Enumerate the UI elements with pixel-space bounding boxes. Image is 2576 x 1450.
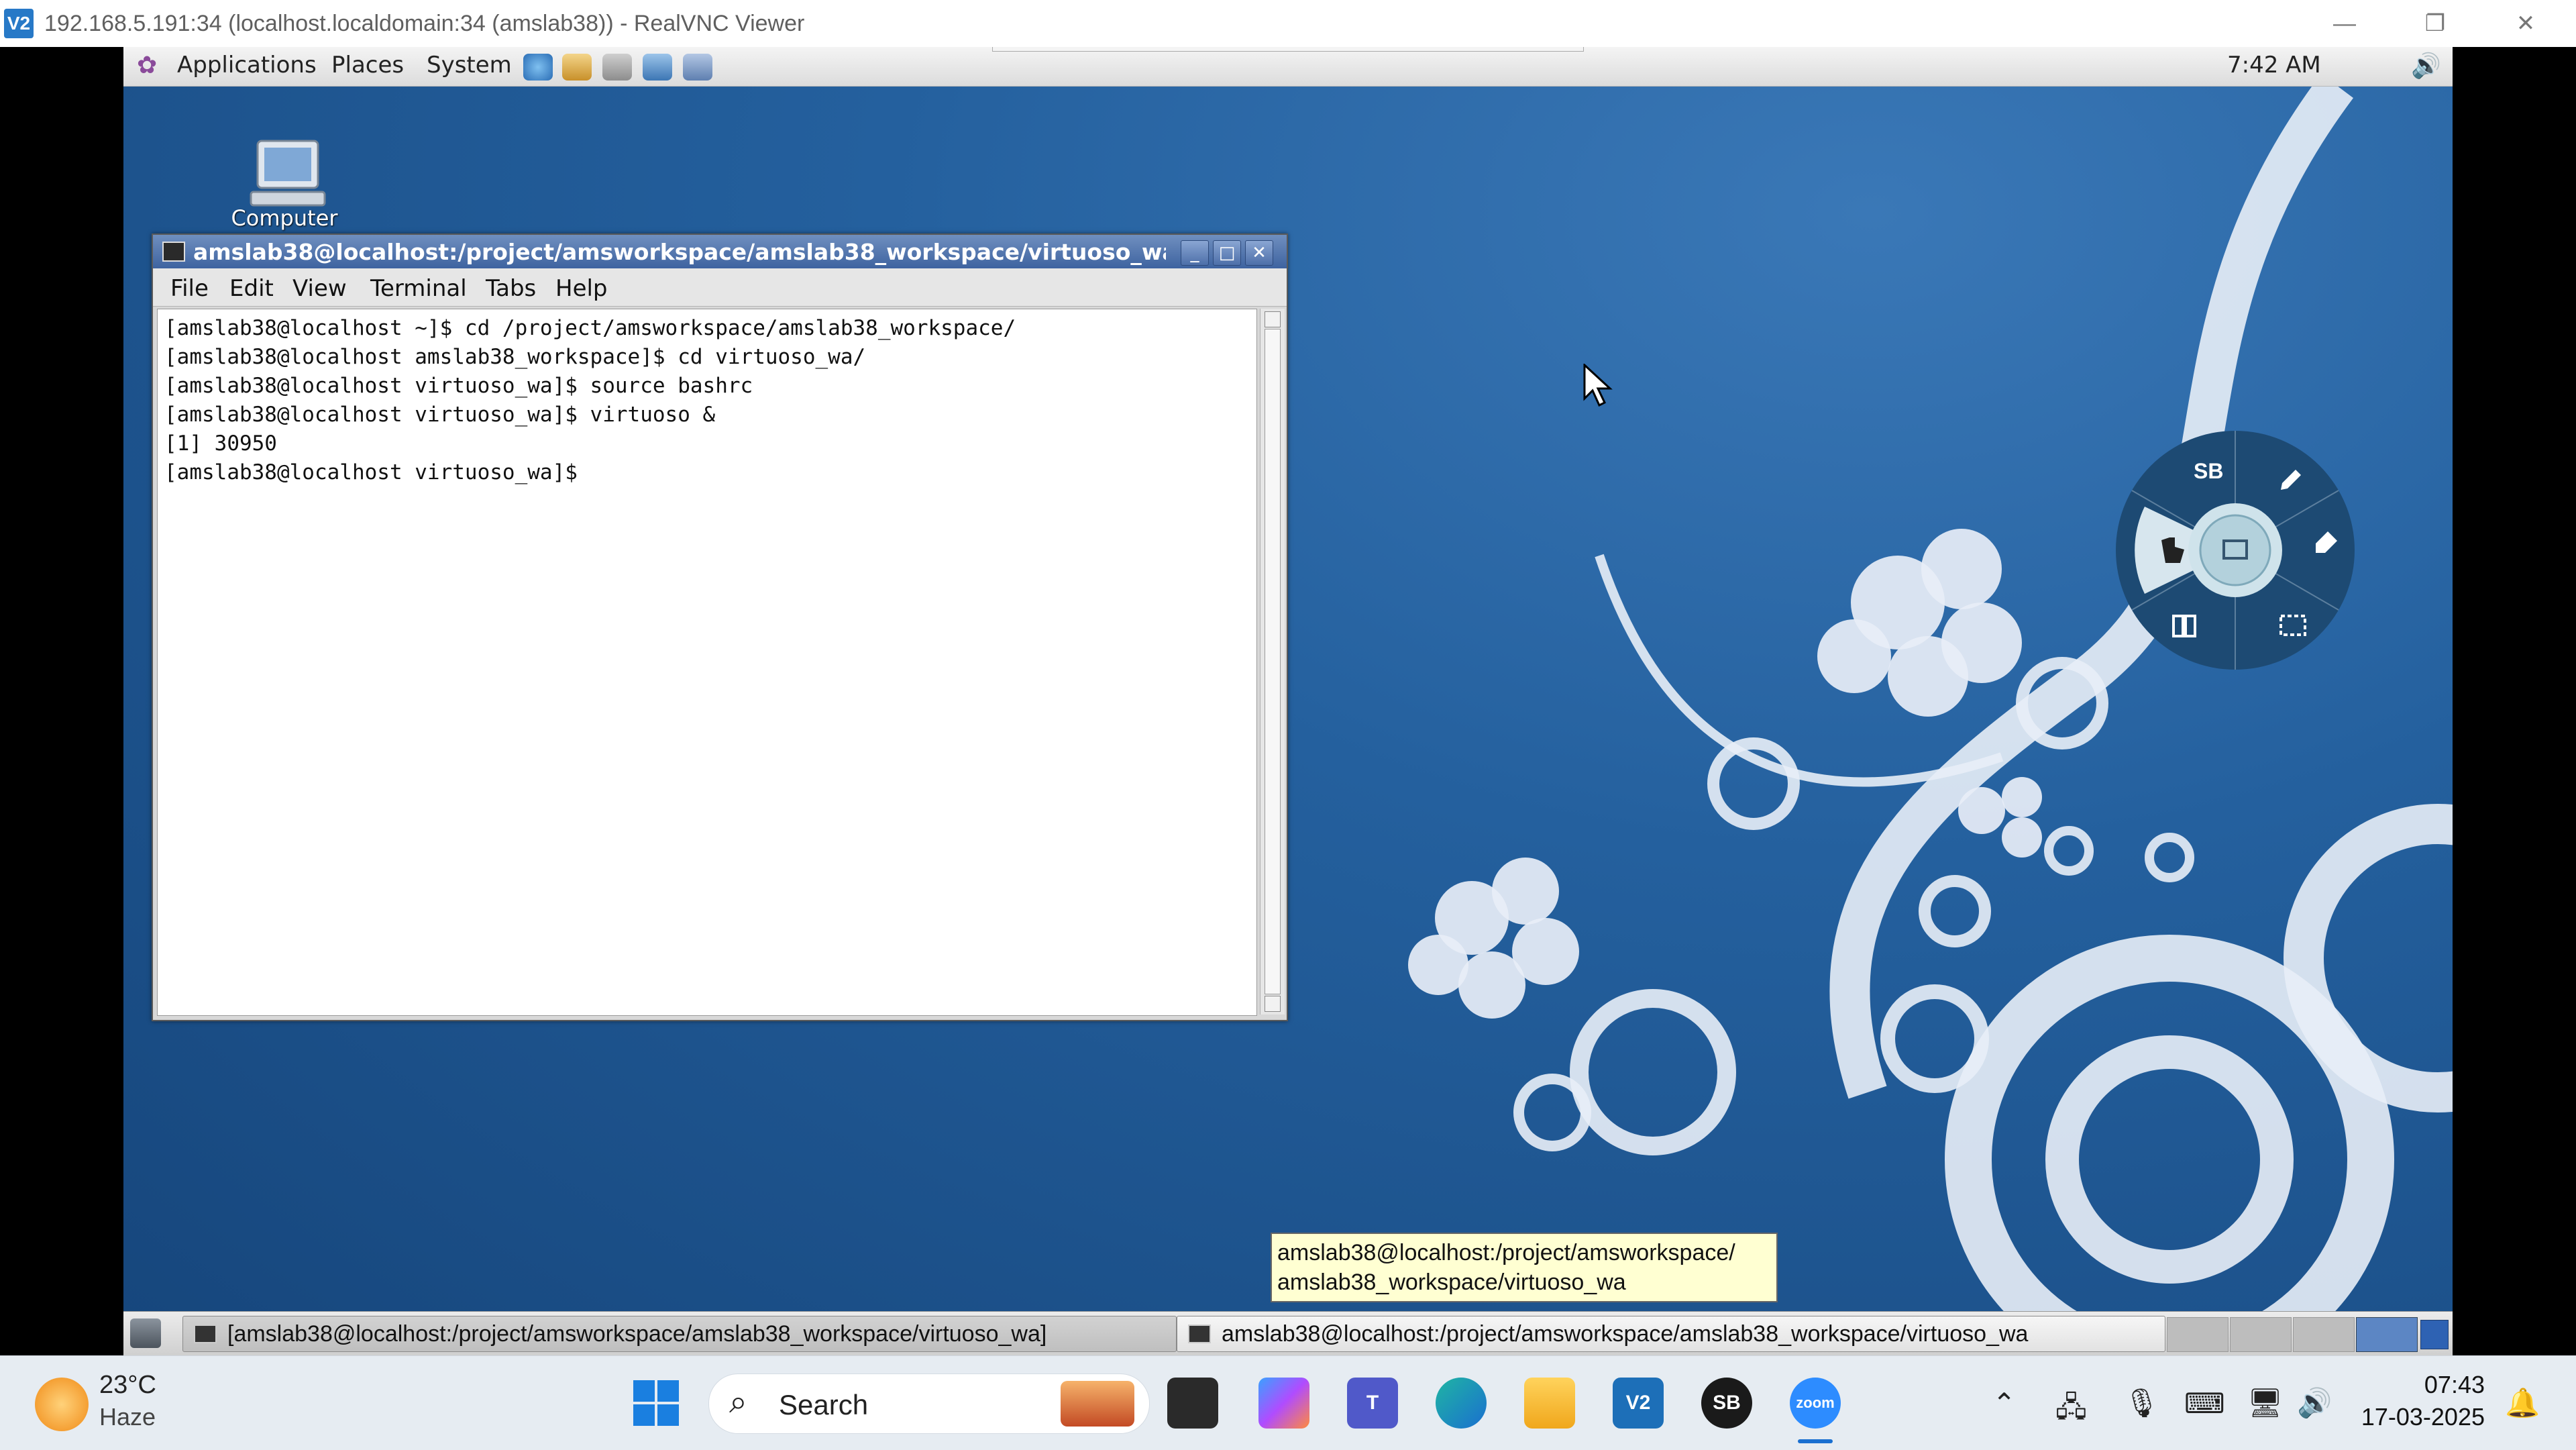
computer-icon-label[interactable]: Computer	[197, 205, 372, 231]
show-hidden-icons-chevron-icon[interactable]: ⌃	[1992, 1387, 2016, 1420]
weather-haze-icon[interactable]	[35, 1378, 89, 1431]
notification-bell-icon[interactable]: 🔔	[2505, 1387, 2540, 1420]
trash-icon[interactable]	[2420, 1320, 2449, 1349]
copilot-icon[interactable]	[1258, 1378, 1309, 1429]
vnc-title-bar: V2 192.168.5.191:34 (localhost.localdoma…	[0, 0, 2576, 47]
terminal-icon	[194, 1325, 217, 1343]
vnc-window-title: 192.168.5.191:34 (localhost.localdomain:…	[44, 10, 805, 36]
show-desktop-icon[interactable]	[130, 1318, 161, 1348]
weather-description[interactable]: Haze	[99, 1403, 156, 1431]
microphone-icon[interactable]: 🎙	[2124, 1387, 2159, 1420]
search-placeholder: Search	[779, 1389, 869, 1420]
sb-app-icon[interactable]: SB	[1701, 1378, 1752, 1429]
web-browser-launcher-icon[interactable]	[523, 54, 553, 81]
workspace-3[interactable]	[2293, 1317, 2355, 1352]
computer-icon[interactable]	[237, 134, 331, 215]
file-explorer-icon[interactable]	[1524, 1378, 1575, 1429]
gnome-bottom-panel: [amslab38@localhost:/project/amsworkspac…	[123, 1311, 2453, 1355]
menu-terminal[interactable]: Terminal	[370, 275, 467, 302]
presentation-launcher-icon[interactable]	[643, 54, 672, 81]
gnome-top-panel: ✿ Applications Places System 7:42 AM 🔊	[123, 47, 2453, 87]
menu-view[interactable]: View	[292, 275, 347, 302]
remote-desktop: ✿ Applications Places System 7:42 AM 🔊 C…	[123, 47, 2453, 1355]
speaker-icon[interactable]: 🔊	[2297, 1387, 2332, 1420]
close-button[interactable]: ✕	[2482, 0, 2569, 47]
scrollbar-thumb[interactable]	[1265, 329, 1281, 994]
editor-launcher-icon[interactable]	[602, 54, 632, 81]
terminal-icon	[1188, 1325, 1211, 1343]
keyboard-icon[interactable]: ⌨	[2184, 1387, 2225, 1420]
terminal-title-bar[interactable]: amslab38@localhost:/project/amsworkspace…	[153, 235, 1287, 268]
taskbar-button-label: [amslab38@localhost:/project/amsworkspac…	[227, 1320, 1047, 1347]
weather-temperature[interactable]: 23°C	[99, 1371, 156, 1400]
menu-edit[interactable]: Edit	[229, 275, 274, 302]
system-menu[interactable]: System	[427, 52, 512, 79]
zoom-app-label: zoom	[1796, 1394, 1835, 1411]
sb-app-label: SB	[1713, 1392, 1741, 1414]
spreadsheet-launcher-icon[interactable]	[683, 54, 712, 81]
network-adapter-icon[interactable]: 🖧	[2055, 1387, 2087, 1435]
menu-help[interactable]: Help	[555, 275, 608, 302]
volume-icon[interactable]: 🔊	[2411, 52, 2441, 80]
windows-start-icon[interactable]	[631, 1378, 682, 1429]
workspace-2[interactable]	[2230, 1317, 2292, 1352]
terminal-prompt-line: [amslab38@localhost virtuoso_wa]$	[164, 460, 590, 484]
menu-file[interactable]: File	[170, 275, 209, 302]
zoom-icon[interactable]: zoom	[1790, 1378, 1841, 1429]
pen-radial-menu[interactable]: SB	[2114, 429, 2356, 671]
terminal-close-button[interactable]: ✕	[1245, 240, 1273, 266]
email-launcher-icon[interactable]	[562, 54, 592, 81]
taskbar-tooltip: amslab38@localhost:/project/amsworkspace…	[1271, 1233, 1778, 1302]
active-app-indicator	[1798, 1439, 1833, 1443]
terminal-line: [amslab38@localhost virtuoso_wa]$ virtuo…	[164, 403, 716, 427]
minimize-button[interactable]: —	[2301, 0, 2388, 47]
window-selector-tab	[992, 47, 1584, 52]
teams-icon[interactable]: T	[1347, 1378, 1398, 1429]
realvnc-logo-icon: V2	[4, 9, 34, 38]
scroll-down-arrow-icon[interactable]	[1265, 996, 1281, 1012]
terminal-line: [1] 30950	[164, 431, 277, 456]
taskbar-button-label: amslab38@localhost:/project/amsworkspace…	[1222, 1320, 2029, 1347]
realvnc-viewer-icon[interactable]: V2	[1613, 1378, 1664, 1429]
system-clock-time[interactable]: 07:43	[2364, 1371, 2485, 1399]
terminal-line: [amslab38@localhost amslab38_workspace]$…	[164, 345, 866, 369]
applications-menu[interactable]: Applications	[177, 52, 317, 79]
terminal-output[interactable]: [amslab38@localhost ~]$ cd /project/amsw…	[157, 309, 1257, 1016]
terminal-icon	[162, 242, 185, 262]
taskbar-button-terminal-2[interactable]: amslab38@localhost:/project/amsworkspace…	[1177, 1316, 2165, 1352]
task-view-icon[interactable]	[1167, 1378, 1218, 1429]
workspace-1[interactable]	[2167, 1317, 2229, 1352]
workspace-4-active[interactable]	[2356, 1317, 2418, 1352]
applications-menu-icon: ✿	[137, 52, 158, 79]
taskbar-button-terminal-1[interactable]: [amslab38@localhost:/project/amsworkspac…	[182, 1316, 1177, 1352]
taskbar-search-box[interactable]: ⌕ Search	[708, 1374, 1150, 1434]
edge-browser-icon[interactable]	[1436, 1378, 1487, 1429]
menu-tabs[interactable]: Tabs	[486, 275, 536, 302]
places-menu[interactable]: Places	[331, 52, 404, 79]
terminal-line: [amslab38@localhost ~]$ cd /project/amsw…	[164, 316, 1016, 340]
terminal-menu-bar: File Edit View Terminal Tabs Help	[153, 268, 1287, 307]
terminal-maximize-button[interactable]: □	[1213, 240, 1241, 266]
terminal-scrollbar[interactable]	[1260, 309, 1285, 1015]
search-highlight-icon	[1061, 1381, 1134, 1427]
terminal-window: amslab38@localhost:/project/amsworkspace…	[152, 234, 1288, 1021]
tooltip-line-2: amslab38_workspace/virtuoso_wa	[1277, 1270, 1626, 1295]
sb-label: SB	[2194, 459, 2223, 483]
terminal-title: amslab38@localhost:/project/amsworkspace…	[193, 238, 1166, 265]
restore-button[interactable]: ❐	[2392, 0, 2479, 47]
tooltip-line-1: amslab38@localhost:/project/amsworkspace…	[1277, 1240, 1735, 1265]
windows-taskbar: 23°C Haze ⌕ Search T V2 SB zoom ⌃ 🖧 🎙 ⌨ …	[0, 1355, 2576, 1450]
scroll-up-arrow-icon[interactable]	[1265, 311, 1281, 327]
system-clock-date[interactable]: 17-03-2025	[2351, 1403, 2485, 1431]
search-icon: ⌕	[729, 1384, 747, 1420]
network-icon[interactable]: 🖥	[2247, 1387, 2283, 1420]
terminal-line: [amslab38@localhost virtuoso_wa]$ source…	[164, 374, 753, 398]
mouse-cursor-icon	[1583, 364, 1613, 407]
terminal-minimize-button[interactable]: _	[1181, 240, 1209, 266]
panel-clock[interactable]: 7:42 AM	[2227, 52, 2321, 79]
